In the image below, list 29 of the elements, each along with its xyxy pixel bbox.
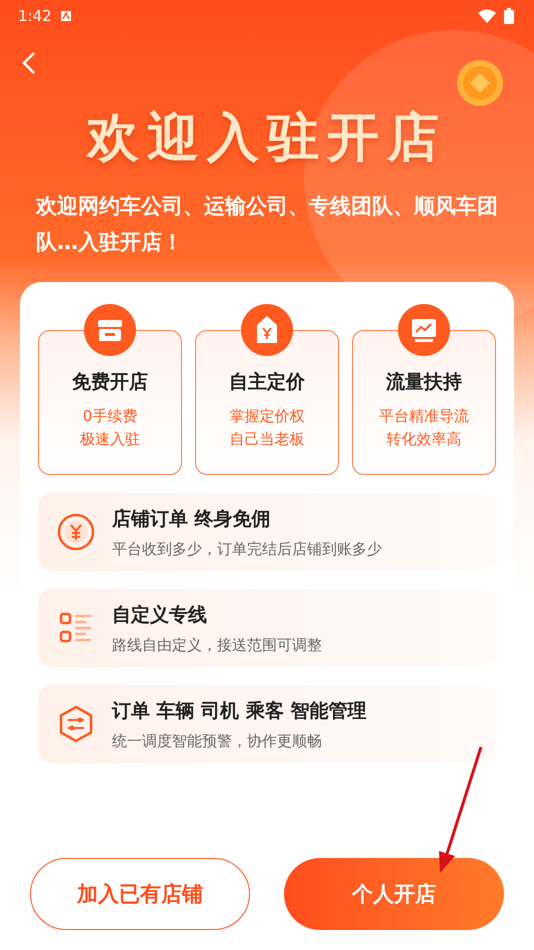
store-icon xyxy=(83,303,137,357)
benefit-description: 统一调度智能预警，协作更顺畅 xyxy=(112,732,323,750)
join-store-button[interactable]: 加入已有店铺 xyxy=(30,858,250,930)
benefit-description: 平台收到多少，订单完结后店铺到账多少 xyxy=(112,540,382,558)
feature-text: 0手续费 xyxy=(82,406,138,427)
benefit-description: 路线自由定义，接送范围可调整 xyxy=(112,636,322,654)
status-time: 1:42 xyxy=(18,7,52,25)
yen-coin-icon xyxy=(56,512,96,552)
hero-title: 欢迎入驻开店 xyxy=(85,107,448,170)
wifi-icon xyxy=(478,9,496,23)
feature-text: 自己当老板 xyxy=(230,429,304,450)
chart-icon xyxy=(397,303,451,357)
feature-text: 平台精准导流 xyxy=(379,406,469,427)
feature-title: 流量扶持 xyxy=(386,370,462,395)
feature-text: 极速入驻 xyxy=(80,429,140,450)
benefit-title: 订单 车辆 司机 乘客 智能管理 xyxy=(112,698,366,724)
benefit-title: 店铺订单 终身免佣 xyxy=(112,506,272,532)
price-tag-icon xyxy=(240,303,294,357)
feature-title: 自主定价 xyxy=(229,370,305,395)
feature-text: 转化效率高 xyxy=(386,429,462,450)
feature-text: 掌握定价权 xyxy=(230,406,304,427)
back-icon[interactable] xyxy=(22,51,36,75)
hero-subtitle: 欢迎网约车公司、运输公司、专线团队、顺风车团队…入驻开店！ xyxy=(36,193,498,256)
battery-icon xyxy=(504,8,514,24)
notification-icon xyxy=(60,10,72,22)
feature-title: 免费开店 xyxy=(72,370,148,395)
open-store-button[interactable]: 个人开店 xyxy=(284,858,504,930)
benefit-title: 自定义专线 xyxy=(112,602,208,628)
coin-icon xyxy=(456,59,504,107)
